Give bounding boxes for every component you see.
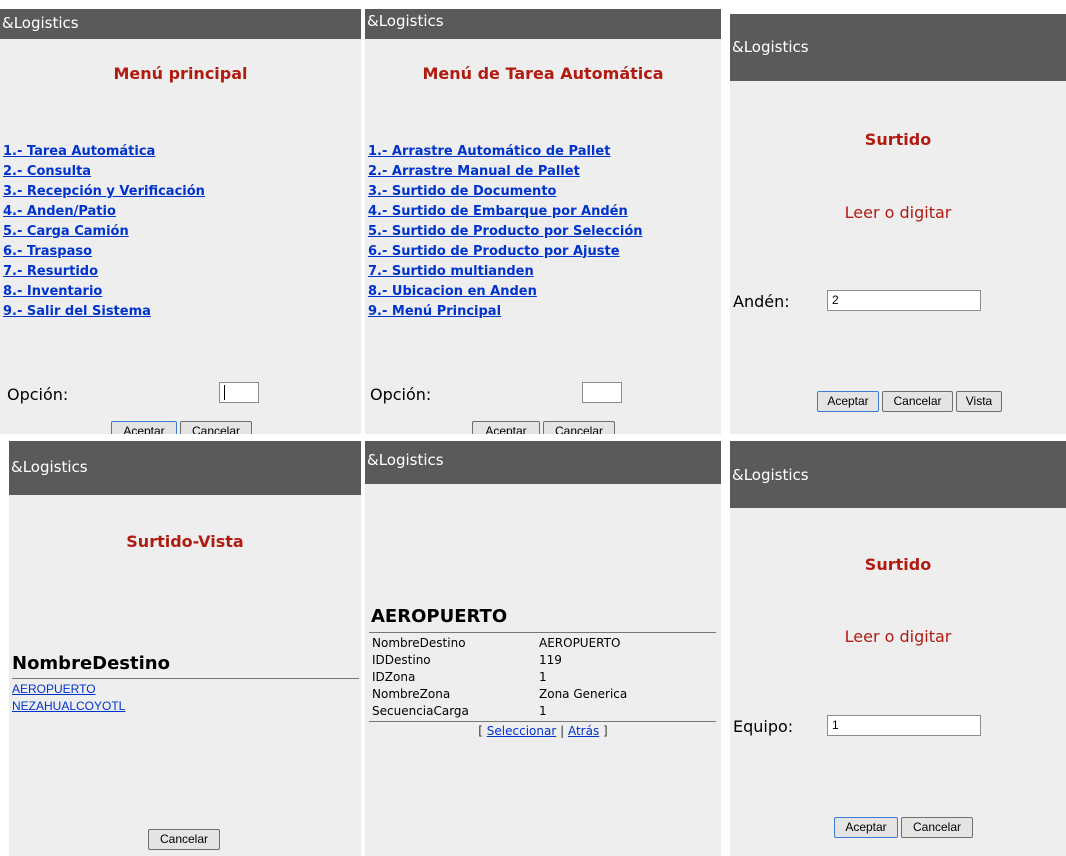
menu-item-salir[interactable]: 9.- Salir del Sistema	[3, 302, 205, 322]
app-title: &Logistics	[2, 14, 79, 32]
accept-button[interactable]: Aceptar	[111, 421, 177, 434]
menu-item-traspaso[interactable]: 6.- Traspaso	[3, 242, 205, 262]
page-title: Menú principal	[113, 64, 248, 83]
back-link[interactable]: Atrás	[568, 724, 599, 738]
accept-button[interactable]: Aceptar	[472, 421, 540, 434]
menu-list: 1.- Tarea Automática 2.- Consulta 3.- Re…	[3, 142, 205, 322]
accept-button[interactable]: Aceptar	[834, 817, 898, 838]
field-value: AEROPUERTO	[539, 636, 621, 650]
menu-item-recepcion[interactable]: 3.- Recepción y Verificación	[3, 182, 205, 202]
table-row: NombreZona Zona Generica	[372, 686, 712, 703]
menu-item-arrastre-manual[interactable]: 2.- Arrastre Manual de Pallet	[368, 162, 643, 182]
menu-list: 1.- Arrastre Automático de Pallet 2.- Ar…	[368, 142, 643, 322]
field-name: SecuenciaCarga	[372, 704, 469, 718]
app-header: &Logistics	[730, 441, 1066, 508]
page-title: Surtido	[864, 555, 932, 574]
menu-item-surtido-ajuste[interactable]: 6.- Surtido de Producto por Ajuste	[368, 242, 643, 262]
surtido-anden-screen: &Logistics Surtido Leer o digitar Andén:…	[730, 14, 1066, 434]
app-title: &Logistics	[732, 466, 809, 484]
equipo-label: Equipo:	[733, 717, 794, 736]
table-row: SecuenciaCarga 1	[372, 703, 712, 720]
menu-item-surtido-seleccion[interactable]: 5.- Surtido de Producto por Selección	[368, 222, 643, 242]
detail-title: AEROPUERTO	[371, 606, 508, 627]
nav-bracket-open: [	[478, 724, 483, 738]
surtido-equipo-screen: &Logistics Surtido Leer o digitar Equipo…	[730, 441, 1066, 856]
accept-button[interactable]: Aceptar	[817, 391, 879, 412]
app-header: &Logistics	[9, 441, 361, 495]
detail-table: NombreDestino AEROPUERTO IDDestino 119 IDZ…	[372, 635, 712, 720]
table-row: IDZona 1	[372, 669, 712, 686]
field-value: Zona Generica	[539, 687, 628, 701]
nav-separator: |	[560, 724, 565, 738]
scan-prompt: Leer o digitar	[844, 203, 952, 222]
equipo-input[interactable]: 1	[827, 715, 981, 736]
text-cursor	[224, 385, 225, 400]
option-input[interactable]	[582, 382, 622, 403]
app-header: &Logistics	[365, 9, 721, 39]
view-button[interactable]: Vista	[956, 391, 1002, 412]
menu-item-surtido-embarque[interactable]: 4.- Surtido de Embarque por Andén	[368, 202, 643, 222]
menu-item-tarea-automatica[interactable]: 1.- Tarea Automática	[3, 142, 205, 162]
app-title: &Logistics	[732, 38, 809, 56]
cancel-button[interactable]: Cancelar	[543, 421, 615, 434]
app-header: &Logistics	[0, 9, 361, 39]
anden-label: Andén:	[733, 292, 790, 311]
app-title: &Logistics	[11, 458, 88, 476]
field-name: NombreDestino	[372, 636, 466, 650]
cancel-button[interactable]: Cancelar	[882, 391, 953, 412]
field-name: IDDestino	[372, 653, 431, 667]
menu-item-inventario[interactable]: 8.- Inventario	[3, 282, 205, 302]
app-title: &Logistics	[367, 12, 444, 30]
field-value: 1	[539, 670, 547, 684]
divider	[12, 678, 359, 679]
option-label: Opción:	[370, 385, 432, 404]
app-title: &Logistics	[367, 451, 444, 469]
menu-item-menu-principal[interactable]: 9.- Menú Principal	[368, 302, 643, 322]
destinations-header: NombreDestino	[12, 653, 170, 674]
page-title: Surtido-Vista	[126, 532, 244, 551]
divider	[369, 721, 716, 722]
divider	[369, 632, 716, 633]
destination-link-nezahualcoyotl[interactable]: NEZAHUALCOYOTL	[12, 698, 125, 715]
destination-detail-screen: &Logistics AEROPUERTO NombreDestino AEROP…	[365, 441, 721, 856]
detail-nav: [ Seleccionar | Atrás ]	[365, 723, 721, 740]
option-input[interactable]	[219, 382, 259, 403]
menu-item-carga-camion[interactable]: 5.- Carga Camión	[3, 222, 205, 242]
menu-item-resurtido[interactable]: 7.- Resurtido	[3, 262, 205, 282]
menu-item-surtido-multianden[interactable]: 7.- Surtido multianden	[368, 262, 643, 282]
cancel-button[interactable]: Cancelar	[180, 421, 252, 434]
menu-item-surtido-documento[interactable]: 3.- Surtido de Documento	[368, 182, 643, 202]
scan-prompt: Leer o digitar	[844, 627, 952, 646]
field-name: NombreZona	[372, 687, 451, 701]
menu-item-anden-patio[interactable]: 4.- Anden/Patio	[3, 202, 205, 222]
page-title: Surtido	[864, 130, 932, 149]
field-value: 1	[539, 704, 547, 718]
surtido-vista-screen: &Logistics Surtido-Vista NombreDestino A…	[9, 441, 361, 856]
anden-input[interactable]: 2	[827, 290, 981, 311]
menu-item-arrastre-automatico[interactable]: 1.- Arrastre Automático de Pallet	[368, 142, 643, 162]
table-row: IDDestino 119	[372, 652, 712, 669]
cancel-button[interactable]: Cancelar	[901, 817, 973, 838]
destinations-list: AEROPUERTO NEZAHUALCOYOTL	[12, 681, 125, 715]
menu-item-consulta[interactable]: 2.- Consulta	[3, 162, 205, 182]
menu-item-ubicacion-anden[interactable]: 8.- Ubicacion en Anden	[368, 282, 643, 302]
cancel-button[interactable]: Cancelar	[148, 829, 220, 850]
auto-task-menu-screen: &Logistics Menú de Tarea Automática 1.- …	[365, 9, 721, 434]
app-header: &Logistics	[365, 441, 721, 484]
field-value: 119	[539, 653, 562, 667]
app-header: &Logistics	[730, 14, 1066, 81]
page-title: Menú de Tarea Automática	[422, 64, 664, 83]
field-name: IDZona	[372, 670, 416, 684]
nav-bracket-close: ]	[603, 724, 608, 738]
select-link[interactable]: Seleccionar	[487, 724, 556, 738]
main-menu-screen: &Logistics Menú principal 1.- Tarea Auto…	[0, 9, 361, 434]
table-row: NombreDestino AEROPUERTO	[372, 635, 712, 652]
destination-link-aeropuerto[interactable]: AEROPUERTO	[12, 681, 125, 698]
option-label: Opción:	[7, 385, 69, 404]
